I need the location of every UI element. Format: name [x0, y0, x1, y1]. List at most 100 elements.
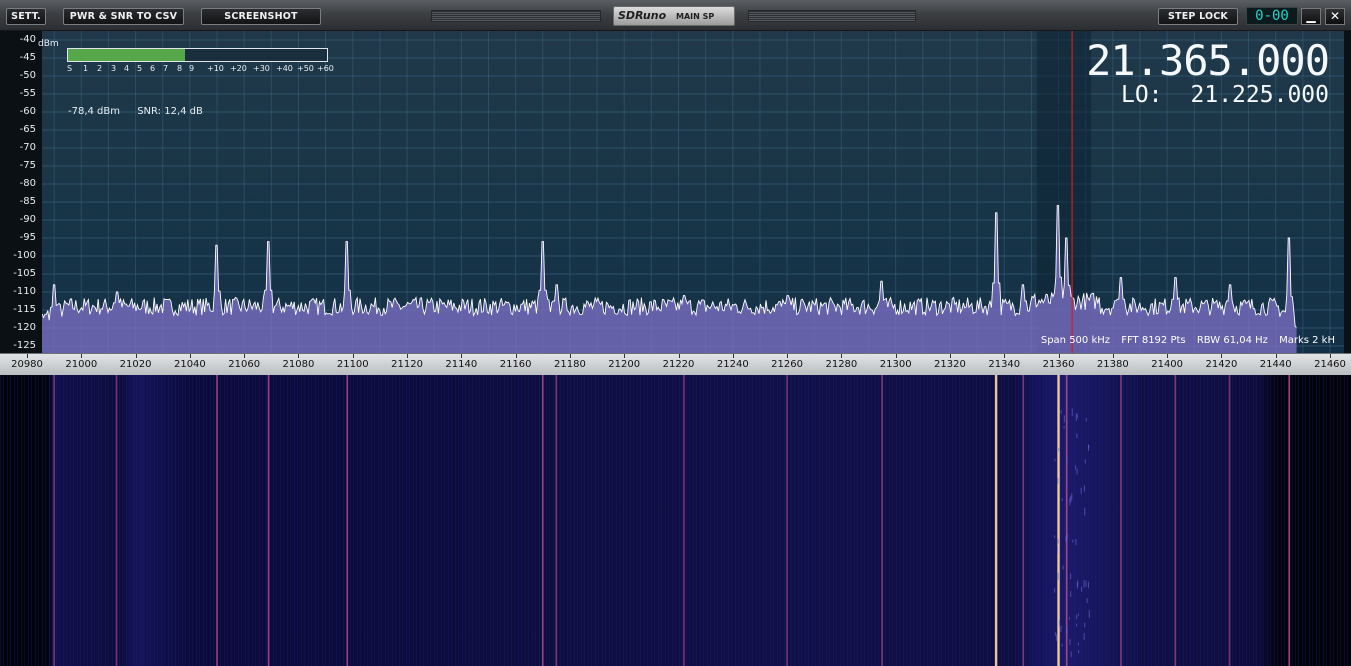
waterfall-noise-speck — [1072, 539, 1074, 543]
sdruno-main-spectrum-window: SETT. PWR & SNR TO CSV SCREENSHOT SDRuno… — [0, 0, 1351, 666]
y-tick-label: -125 — [13, 340, 36, 351]
x-tick-label: 21240 — [716, 359, 749, 370]
x-tick — [81, 354, 83, 358]
waterfall-carrier-trace — [683, 375, 685, 666]
s-meter-scale-label: 7 — [163, 64, 169, 73]
waterfall-noise-speck — [1083, 485, 1085, 492]
waterfall-noise-speck — [1080, 487, 1082, 494]
lo-frequency-row: LO: 21.225.000 — [1121, 82, 1329, 108]
waterfall-carrier-trace — [115, 375, 118, 666]
step-lock-button[interactable]: STEP LOCK — [1158, 8, 1238, 25]
screenshot-button[interactable]: SCREENSHOT — [201, 8, 321, 25]
waterfall-carrier-trace — [1120, 375, 1122, 666]
settings-button[interactable]: SETT. — [6, 8, 46, 25]
x-tick-label: 21360 — [1042, 359, 1075, 370]
pwr-snr-to-csv-button[interactable]: PWR & SNR TO CSV — [63, 8, 184, 25]
waterfall-noise-speck — [1084, 622, 1086, 628]
rbw-readout: RBW 61,04 Hz — [1196, 335, 1268, 346]
waterfall-carrier-trace — [1065, 375, 1068, 666]
waterfall-carrier-trace — [1288, 375, 1291, 666]
waterfall-noise-speck — [1076, 623, 1078, 627]
y-tick-label: -65 — [19, 124, 36, 135]
fft-readout: FFT 8192 Pts — [1121, 335, 1186, 346]
waterfall-noise-speck — [1084, 459, 1086, 464]
x-tick — [895, 354, 897, 358]
waterfall-carrier-trace — [1174, 375, 1177, 666]
lo-frequency-display[interactable]: 21.225.000 — [1191, 82, 1329, 108]
waterfall-carrier-trace — [1228, 375, 1231, 666]
x-tick-label: 21060 — [228, 359, 261, 370]
x-tick-label: 21400 — [1151, 359, 1184, 370]
x-tick — [1221, 354, 1223, 358]
step-lcd-display: 0-00 — [1246, 7, 1298, 25]
x-tick-label: 21020 — [119, 359, 152, 370]
spectrum-panel[interactable]: -40 -45 -50 -55 -60 -65 -70 -75 -80 -85 -90 -95 -100… — [0, 31, 1351, 376]
s-meter-scale-label: 9 — [189, 64, 195, 73]
x-tick-label: 21420 — [1205, 359, 1238, 370]
drag-grip-right[interactable] — [748, 10, 916, 22]
window-toolbar: SETT. PWR & SNR TO CSV SCREENSHOT SDRuno… — [0, 0, 1351, 31]
x-tick — [1167, 354, 1169, 358]
waterfall-noise-speck — [1066, 627, 1068, 634]
y-tick-label: -50 — [19, 70, 36, 81]
x-tick-label: 21280 — [825, 359, 858, 370]
vfo-frequency-display[interactable]: 21.365.000 — [1086, 39, 1330, 83]
x-tick-label: 21180 — [554, 359, 586, 370]
frequency-axis[interactable]: 20980 21000 21020 21040 21060 21080 21100 21120… — [0, 353, 1351, 376]
waterfall-noise-speck — [1063, 426, 1065, 429]
waterfall-noise-speck — [1076, 433, 1078, 439]
x-tick — [27, 354, 28, 358]
x-tick-label: 21380 — [1096, 359, 1129, 370]
waterfall-noise-speck — [1057, 477, 1059, 484]
waterfall-traces — [53, 375, 1291, 666]
x-tick — [949, 354, 951, 358]
x-tick-label: 21300 — [879, 359, 912, 370]
waterfall-noise-speck — [1062, 565, 1064, 570]
waterfall-noise-speck — [1060, 410, 1062, 414]
x-tick-label: 21160 — [499, 359, 532, 370]
y-tick-label: -105 — [13, 268, 36, 279]
close-icon[interactable]: ✕ — [1325, 8, 1345, 25]
x-tick — [624, 354, 626, 358]
waterfall-noise-speck — [1076, 468, 1078, 475]
x-tick-label: 21200 — [608, 359, 641, 370]
waterfall-panel[interactable] — [0, 375, 1351, 666]
waterfall-noise-speck — [1087, 444, 1089, 451]
waterfall-noise-speck — [1070, 651, 1072, 657]
drag-grip-left[interactable] — [431, 10, 601, 22]
signal-readout: -78,4 dBm SNR: 12,4 dB — [68, 106, 217, 117]
y-tick-label: -95 — [19, 232, 36, 243]
waterfall-noise-speck — [1069, 498, 1071, 506]
y-tick-label: -80 — [19, 178, 36, 189]
waterfall-noise-speck — [1081, 586, 1083, 592]
x-tick-label: 21100 — [336, 359, 369, 370]
x-tick-label: 21120 — [391, 359, 423, 370]
s-meter-scale-label: 3 — [111, 64, 117, 73]
waterfall-noise-speck — [1070, 573, 1072, 580]
minimize-icon[interactable]: ▁ — [1301, 8, 1321, 25]
brand-badge: SDRuno MAIN SP — [613, 6, 735, 26]
window-tag: MAIN SP — [676, 12, 715, 21]
waterfall-noise-speck — [1078, 650, 1080, 654]
waterfall-noise-speck — [1055, 634, 1057, 641]
waterfall-noise-speck — [1063, 415, 1065, 423]
s-meter-scale-label: 6 — [150, 64, 156, 73]
x-tick-label: 21260 — [771, 359, 803, 370]
waterfall-noise-speck — [1075, 465, 1077, 470]
s-meter-scale-label: S — [67, 64, 73, 73]
power-reading: -78,4 dBm — [68, 106, 121, 117]
sdruno-logo: SDRuno — [618, 9, 667, 22]
waterfall-noise-speck — [1086, 598, 1088, 604]
x-tick — [732, 354, 734, 358]
s-meter-scale-label: +20 — [230, 64, 247, 73]
x-tick — [135, 354, 137, 358]
s-meter-scale-label: +50 — [297, 64, 314, 73]
x-tick-label: 21320 — [934, 359, 966, 370]
waterfall-noise-speck — [1076, 413, 1078, 419]
waterfall-carrier-trace — [53, 375, 55, 666]
spectrum-status-line: Span 500 kHz FFT 8192 Pts RBW 61,04 Hz M… — [1033, 335, 1335, 346]
x-tick — [298, 354, 300, 358]
waterfall-carrier-trace — [881, 375, 883, 666]
y-tick-label: -115 — [13, 304, 36, 315]
waterfall-noise-speck — [1061, 498, 1063, 502]
